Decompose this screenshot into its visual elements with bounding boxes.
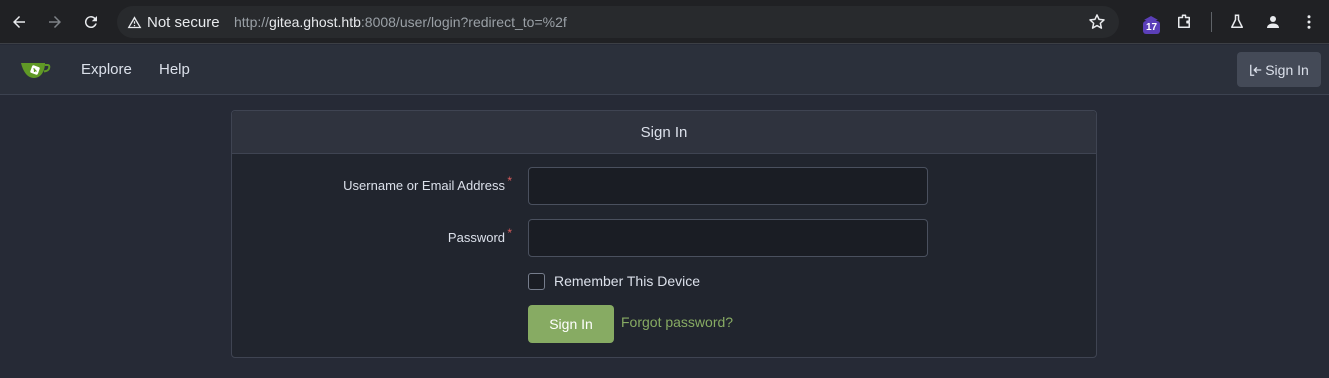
password-label-text: Password xyxy=(447,230,505,245)
username-label: Username or Email Address * xyxy=(343,174,512,193)
kebab-menu-icon xyxy=(1307,15,1311,29)
password-input[interactable] xyxy=(528,219,928,257)
signin-submit-label: Sign In xyxy=(549,316,593,332)
arrow-right-icon xyxy=(49,16,61,28)
forgot-password-link[interactable]: Forgot password? xyxy=(621,314,733,330)
reload-button[interactable] xyxy=(79,10,103,34)
required-marker: * xyxy=(507,174,512,188)
person-icon xyxy=(1267,16,1279,28)
nav-help-link[interactable]: Help xyxy=(159,61,190,78)
back-button[interactable] xyxy=(7,10,31,34)
toolbar-divider xyxy=(1211,12,1212,32)
login-form-header: Sign In xyxy=(232,111,1096,154)
login-title: Sign In xyxy=(640,123,688,141)
menu-button[interactable] xyxy=(1297,10,1321,34)
username-label-text: Username or Email Address xyxy=(343,178,505,193)
nav-explore-link[interactable]: Explore xyxy=(81,61,132,78)
signin-submit-button[interactable]: Sign In xyxy=(528,305,614,343)
site-navbar: Explore Help Sign In xyxy=(0,45,1329,95)
puzzle-icon xyxy=(1178,14,1190,28)
url-text[interactable]: http://gitea.ghost.htb:8008/user/login?r… xyxy=(234,12,567,32)
remember-device-label[interactable]: Remember This Device xyxy=(554,273,700,289)
login-form: Sign In Username or Email Address * Pass… xyxy=(231,110,1097,358)
arrow-left-icon xyxy=(13,16,25,28)
remember-device-checkbox[interactable] xyxy=(528,273,545,290)
labs-button[interactable] xyxy=(1225,10,1249,34)
password-label: Password * xyxy=(447,226,512,245)
nav-signin-label: Sign In xyxy=(1265,61,1309,78)
address-bar[interactable]: Not secure http://gitea.ghost.htb:8008/u… xyxy=(117,6,1119,38)
url-scheme: http:// xyxy=(234,14,270,30)
flask-icon xyxy=(1231,14,1243,28)
browser-toolbar: Not secure http://gitea.ghost.htb:8008/u… xyxy=(0,0,1329,44)
gitea-logo-icon[interactable] xyxy=(19,58,51,82)
url-path: :8008/user/login?redirect_to=%2f xyxy=(360,14,567,30)
security-label: Not secure xyxy=(147,13,220,31)
bookmark-star-icon[interactable] xyxy=(1087,12,1107,32)
url-host: gitea.ghost.htb xyxy=(269,14,361,30)
username-input[interactable] xyxy=(528,167,928,205)
sign-in-icon xyxy=(1250,64,1262,76)
extension-badge: 17 xyxy=(1143,21,1161,34)
warning-icon xyxy=(127,15,142,28)
security-indicator[interactable]: Not secure xyxy=(127,12,220,32)
profile-button[interactable] xyxy=(1261,10,1285,34)
nav-signin-button[interactable]: Sign In xyxy=(1237,52,1321,87)
forward-button[interactable] xyxy=(43,10,67,34)
extensions-button[interactable] xyxy=(1172,10,1196,34)
reload-icon xyxy=(84,16,97,29)
required-marker: * xyxy=(507,226,512,240)
